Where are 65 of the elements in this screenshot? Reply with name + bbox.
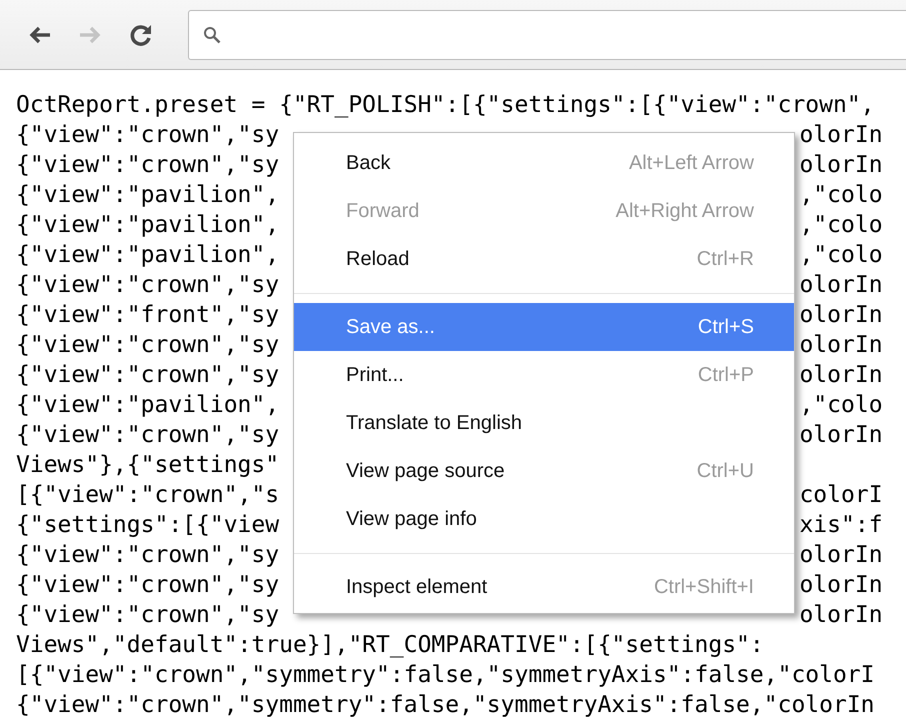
code-line: olorIn [799,121,883,150]
menu-item[interactable]: Translate to English [294,399,794,447]
code-line: olorIn [799,271,883,300]
code-line: OctReport.preset = {"RT_POLISH":[{"settings":[{"view":"crown", [16,91,875,120]
code-line: ,"colo [799,211,883,240]
code-line: ,"colo [799,241,883,270]
code-line: {"view":"pavilion", [16,181,280,210]
code-line: {"view":"crown","sy [16,121,280,150]
menu-item[interactable]: Save as... Ctrl+S [294,303,794,351]
code-line: {"view":"crown","sy [16,421,280,450]
code-line: {"view":"front","sy [16,301,280,330]
menu-item[interactable]: Back Alt+Left Arrow [294,139,794,187]
code-line: olorIn [799,571,883,600]
menu-item[interactable]: Print... Ctrl+P [294,351,794,399]
left-arrow-icon [28,24,52,44]
shortcut-label: Ctrl+Shift+I [654,576,754,598]
menu-item-label: View page source [346,460,505,482]
code-line: Views","default":true}],"RT_COMPARATIVE":[{"settings": [16,631,764,660]
menu-item[interactable]: View page source Ctrl+U [294,447,794,495]
right-arrow-icon [78,24,102,44]
code-line: olorIn [799,331,883,360]
code-line: olorIn [799,601,883,630]
code-line: olorIn [799,361,883,390]
menu-item-label: Forward [346,200,420,222]
menu-item-label: Inspect element [346,576,488,598]
menu-item-label: View page info [346,508,477,530]
shortcut-label: Alt+Right Arrow [616,200,754,222]
code-line: {"view":"crown","sy [16,541,280,570]
code-line: {"view":"crown","sy [16,331,280,360]
code-line: {"view":"pavilion", [16,241,280,270]
code-line: {"view":"pavilion", [16,211,280,240]
code-line: olorIn [799,301,883,330]
code-line: ,"colo [799,391,883,420]
menu-item[interactable]: Inspect element Ctrl+Shift+I [294,563,794,611]
code-line: {"view":"crown","sy [16,571,280,600]
code-line: {"view":"crown","symmetry":false,"symmetryAxis":false,"colorIn [16,691,875,717]
menu-item-label: Reload [346,248,410,270]
shortcut-label: Ctrl+U [696,460,754,482]
shortcut-label: Alt+Left Arrow [628,152,754,174]
code-line: olorIn [799,421,883,450]
code-line: xis":f [799,511,883,540]
code-line: {"view":"pavilion", [16,391,280,420]
code-line: [{"view":"crown","s [16,481,280,510]
search-icon [203,26,221,44]
code-line: [{"view":"crown","symmetry":false,"symmetryAxis":false,"colorI [16,661,875,690]
code-line: {"view":"crown","sy [16,361,280,390]
code-line: ,"colo [799,181,883,210]
menu-item-label: Back [346,152,390,174]
menu-item-label: Translate to English [346,412,522,434]
shortcut-label: Ctrl+P [698,364,754,386]
code-line: olorIn [799,151,883,180]
code-line: colorI [799,481,883,510]
menu-item[interactable]: Reload Ctrl+R [294,235,794,283]
code-line: Views"},{"settings" [16,451,280,480]
code-line: olorIn [799,541,883,570]
code-line: {"view":"crown","sy [16,271,280,300]
menu-item-label: Save as... [346,316,435,338]
menu-item[interactable]: View page info [294,495,794,543]
code-line: {"view":"crown","sy [16,601,280,630]
shortcut-label: Ctrl+S [698,316,754,338]
shortcut-label: Ctrl+R [696,248,754,270]
menu-item-label: Print... [346,364,404,386]
code-line: {"view":"crown","sy [16,151,280,180]
address-field[interactable] [188,10,906,60]
code-line: {"settings":[{"view [16,511,280,540]
